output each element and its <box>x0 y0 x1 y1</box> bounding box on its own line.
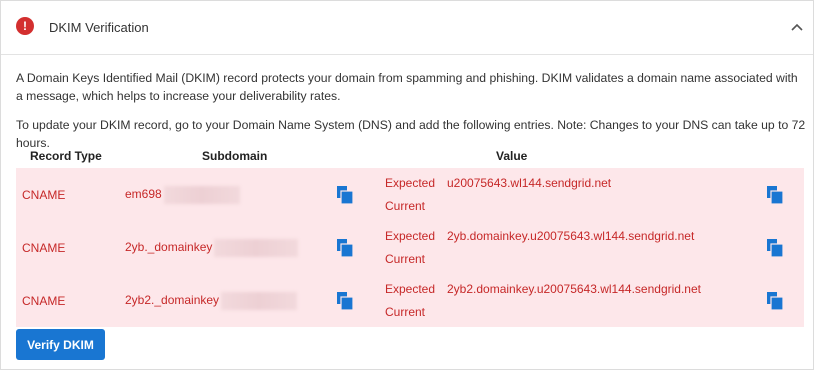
description-text: A Domain Keys Identified Mail (DKIM) rec… <box>16 71 798 103</box>
copy-icon[interactable] <box>767 185 783 204</box>
header-record-type: Record Type <box>30 149 102 163</box>
copy-icon[interactable] <box>767 291 783 310</box>
subdomain-cell: 2yb2._domainkey <box>115 274 336 327</box>
record-type: CNAME <box>16 274 115 327</box>
subdomain-cell: em698 <box>115 168 336 221</box>
copy-icon[interactable] <box>337 185 353 204</box>
subdomain-cell: 2yb._domainkey <box>115 221 336 274</box>
table-row: CNAME em698 Expected Current u20075643.wl… <box>16 168 804 221</box>
copy-subdomain-cell <box>336 274 384 327</box>
copy-icon[interactable] <box>337 291 353 310</box>
expected-label: Expected <box>385 281 436 296</box>
current-label: Current <box>385 304 426 319</box>
verify-dkim-button[interactable]: Verify DKIM <box>16 329 105 360</box>
status-labels: Expected Current <box>384 168 446 221</box>
record-type: CNAME <box>16 168 115 221</box>
copy-value-cell <box>766 168 804 221</box>
redacted-subdomain <box>221 291 298 310</box>
header-value: Value <box>496 149 528 163</box>
current-value <box>447 195 765 218</box>
expected-label: Expected <box>385 228 436 243</box>
header-subdomain: Subdomain <box>202 149 268 163</box>
current-value <box>447 301 765 324</box>
panel-header[interactable]: ! DKIM Verification <box>1 1 813 55</box>
dkim-verification-panel: ! DKIM Verification A Domain Keys Identi… <box>0 0 814 370</box>
status-labels: Expected Current <box>384 274 446 327</box>
alert-icon: ! <box>16 17 34 35</box>
redacted-subdomain <box>163 185 240 204</box>
copy-icon[interactable] <box>337 238 353 257</box>
expected-value: 2yb.domainkey.u20075643.wl144.sendgrid.n… <box>447 228 695 243</box>
current-label: Current <box>385 251 426 266</box>
subdomain-text: em698 <box>125 186 162 201</box>
expected-label: Expected <box>385 175 436 190</box>
status-labels: Expected Current <box>384 221 446 274</box>
redacted-subdomain <box>214 238 299 257</box>
copy-subdomain-cell <box>336 168 384 221</box>
table-row: CNAME 2yb._domainkey Expected Current 2yb… <box>16 221 804 274</box>
panel-title: DKIM Verification <box>49 20 149 35</box>
copy-icon[interactable] <box>767 238 783 257</box>
record-type: CNAME <box>16 221 115 274</box>
copy-value-cell <box>766 221 804 274</box>
value-cell: u20075643.wl144.sendgrid.net <box>446 168 766 221</box>
current-label: Current <box>385 198 426 213</box>
subdomain-text: 2yb2._domainkey <box>125 292 220 307</box>
table-row: CNAME 2yb2._domainkey Expected Current 2y… <box>16 274 804 327</box>
chevron-up-icon[interactable] <box>790 20 804 34</box>
subdomain-text: 2yb._domainkey <box>125 239 213 254</box>
current-value <box>447 248 765 271</box>
copy-subdomain-cell <box>336 221 384 274</box>
expected-value: 2yb2.domainkey.u20075643.wl144.sendgrid.… <box>447 281 701 296</box>
value-cell: 2yb.domainkey.u20075643.wl144.sendgrid.n… <box>446 221 766 274</box>
copy-value-cell <box>766 274 804 327</box>
expected-value: u20075643.wl144.sendgrid.net <box>447 175 612 190</box>
value-cell: 2yb2.domainkey.u20075643.wl144.sendgrid.… <box>446 274 766 327</box>
dkim-records-table: Record Type Subdomain Value CNAME em698 … <box>16 144 804 327</box>
